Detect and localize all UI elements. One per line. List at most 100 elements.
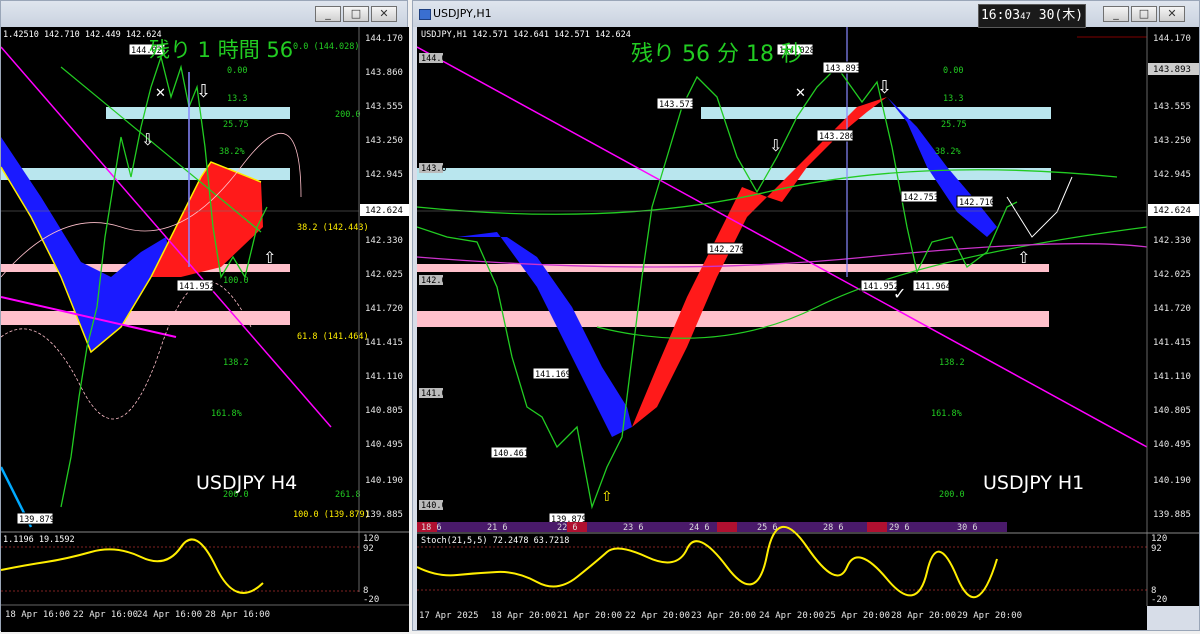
h4-current-price: 142.624 bbox=[365, 206, 403, 216]
svg-text:143.893: 143.893 bbox=[825, 64, 861, 74]
svg-text:30 6: 30 6 bbox=[957, 523, 977, 533]
svg-text:140.461: 140.461 bbox=[493, 449, 529, 459]
h4-fib-2618: 261.8 bbox=[335, 490, 361, 500]
svg-text:23 6: 23 6 bbox=[623, 523, 643, 533]
svg-text:22 6: 22 6 bbox=[557, 523, 577, 533]
h1-plot-area[interactable]: ⇩ ⇩ ⇧ ⇧ ✕ ✓ 0.00 13.3 25.75 38.2% 138.2 … bbox=[417, 27, 1199, 606]
svg-text:28 Apr 20:00: 28 Apr 20:00 bbox=[891, 611, 956, 621]
svg-text:143.250: 143.250 bbox=[365, 136, 403, 146]
svg-text:21 6: 21 6 bbox=[487, 523, 507, 533]
h1-chart-svg[interactable]: ⇩ ⇩ ⇧ ⇧ ✕ ✓ 0.00 13.3 25.75 38.2% 138.2 … bbox=[417, 27, 1199, 606]
svg-text:⇧: ⇧ bbox=[601, 489, 613, 505]
svg-text:140.0: 140.0 bbox=[421, 501, 447, 511]
h1-current-price: 142.624 bbox=[1153, 206, 1191, 216]
svg-text:⇩: ⇩ bbox=[769, 136, 782, 155]
svg-text:✕: ✕ bbox=[795, 86, 806, 101]
h4-stoch-m20: -20 bbox=[363, 595, 379, 605]
svg-text:143.286: 143.286 bbox=[819, 132, 855, 142]
svg-text:18 Apr 20:00: 18 Apr 20:00 bbox=[491, 611, 556, 621]
svg-text:21 Apr 20:00: 21 Apr 20:00 bbox=[557, 611, 622, 621]
h4-close-button[interactable]: ✕ bbox=[371, 6, 397, 22]
svg-text:140.190: 140.190 bbox=[365, 476, 403, 486]
svg-text:141.964: 141.964 bbox=[915, 282, 951, 292]
svg-text:25 Apr 20:00: 25 Apr 20:00 bbox=[825, 611, 890, 621]
h4-date-axis: 18 Apr 16:00 22 Apr 16:00 24 Apr 16:00 2… bbox=[5, 610, 270, 620]
h4-watermark: USDJPY H4 bbox=[196, 472, 297, 494]
h1-restore-button[interactable]: □ bbox=[1131, 6, 1157, 22]
svg-text:141.169: 141.169 bbox=[535, 370, 571, 380]
h4-restore-button[interactable]: □ bbox=[343, 6, 369, 22]
h1-fib-200: 200.0 bbox=[939, 490, 965, 500]
h1-top-price: 143.893 bbox=[1153, 65, 1191, 75]
h4-tag-low: 141.952 bbox=[179, 282, 215, 292]
h1-zone-pink2 bbox=[417, 311, 1049, 327]
svg-text:143.250: 143.250 bbox=[1153, 136, 1191, 146]
h1-zone-upper bbox=[701, 107, 1051, 119]
chart-window-icon bbox=[419, 9, 431, 20]
svg-text:✕: ✕ bbox=[155, 86, 166, 101]
svg-text:142.025: 142.025 bbox=[365, 270, 403, 280]
h4-fib-000: 0.00 bbox=[227, 66, 247, 76]
svg-text:24 Apr 20:00: 24 Apr 20:00 bbox=[759, 611, 824, 621]
h1-fib-1382: 138.2 bbox=[939, 358, 965, 368]
svg-text:141.720: 141.720 bbox=[1153, 304, 1191, 314]
clock-display: 16:0347 30(木) bbox=[978, 4, 1086, 28]
svg-text:143.573: 143.573 bbox=[659, 100, 695, 110]
svg-text:⇩: ⇩ bbox=[141, 130, 154, 149]
svg-text:143.555: 143.555 bbox=[1153, 102, 1191, 112]
svg-text:⇩: ⇩ bbox=[877, 77, 892, 98]
svg-text:22 Apr 20:00: 22 Apr 20:00 bbox=[625, 611, 690, 621]
h1-minimize-button[interactable]: _ bbox=[1103, 6, 1129, 22]
svg-text:142.945: 142.945 bbox=[1153, 170, 1191, 180]
h4-minimize-button[interactable]: _ bbox=[315, 6, 341, 22]
svg-text:141.415: 141.415 bbox=[365, 338, 403, 348]
svg-text:141.720: 141.720 bbox=[365, 304, 403, 314]
h4-countdown: 残り 1 時間 56 bbox=[149, 38, 293, 62]
clock-seconds: 47 bbox=[1020, 12, 1031, 22]
svg-text:24 Apr 16:00: 24 Apr 16:00 bbox=[137, 610, 202, 620]
clock-time: 16:03 bbox=[980, 8, 1021, 23]
svg-text:139.885: 139.885 bbox=[365, 510, 403, 520]
h4-chart-svg[interactable]: ⇩ ⇩ ⇧ ✕ 0.0 (144.028) 0.00 13.3 25.75 38… bbox=[1, 27, 409, 632]
svg-text:18 Apr 16:00: 18 Apr 16:00 bbox=[5, 610, 70, 620]
h4-ohlc-header: 1.42510 142.710 142.449 142.624 bbox=[3, 30, 162, 40]
svg-text:29 Apr 20:00: 29 Apr 20:00 bbox=[957, 611, 1022, 621]
svg-text:⇩: ⇩ bbox=[196, 81, 211, 102]
h1-stoch-120: 120 bbox=[1151, 534, 1167, 544]
svg-text:28 Apr 16:00: 28 Apr 16:00 bbox=[205, 610, 270, 620]
h1-fib-382: 38.2% bbox=[935, 147, 961, 157]
h1-fib-1618: 161.8% bbox=[931, 409, 962, 419]
h4-plot-area[interactable]: ⇩ ⇩ ⇧ ✕ 0.0 (144.028) 0.00 13.3 25.75 38… bbox=[1, 27, 409, 632]
svg-text:142.710: 142.710 bbox=[959, 198, 995, 208]
clock-date: 30(木) bbox=[1038, 8, 1084, 23]
svg-text:140.495: 140.495 bbox=[365, 440, 403, 450]
h1-close-button[interactable]: ✕ bbox=[1159, 6, 1185, 22]
h4-fib-382: 38.2% bbox=[219, 147, 245, 157]
h1-ohlc-header: USDJPY,H1 142.571 142.641 142.571 142.62… bbox=[421, 30, 631, 40]
h1-watermark: USDJPY H1 bbox=[983, 472, 1084, 494]
svg-text:18 6: 18 6 bbox=[421, 523, 441, 533]
svg-text:140.805: 140.805 bbox=[1153, 406, 1191, 416]
svg-text:28 6: 28 6 bbox=[823, 523, 843, 533]
h4-fib-1382: 138.2 bbox=[223, 358, 249, 368]
svg-text:142.330: 142.330 bbox=[1153, 236, 1191, 246]
h4-tag-bottom: 139.879 bbox=[19, 515, 55, 525]
h1-stoch-m20: -20 bbox=[1151, 595, 1167, 605]
h1-window-title: USDJPY,H1 bbox=[433, 7, 492, 20]
svg-text:143.860: 143.860 bbox=[365, 68, 403, 78]
svg-text:141.415: 141.415 bbox=[1153, 338, 1191, 348]
h1-chart-window: USDJPY,H1 _ □ ✕ ⇩ ⇩ ⇧ ⇧ ✕ ✓ 0.00 13.3 25… bbox=[412, 0, 1200, 631]
svg-text:142.330: 142.330 bbox=[365, 236, 403, 246]
svg-text:141.952: 141.952 bbox=[863, 282, 899, 292]
h4-titlebar: _ □ ✕ bbox=[1, 1, 407, 27]
h1-stoch-92: 92 bbox=[1151, 544, 1162, 554]
h4-fib-2575: 25.75 bbox=[223, 120, 249, 130]
h4-fib-133: 13.3 bbox=[227, 94, 247, 104]
svg-text:142.025: 142.025 bbox=[1153, 270, 1191, 280]
h4-fib-0: 0.0 (144.028) bbox=[293, 42, 360, 52]
h4-price-axis: 144.170 143.860 143.555 143.250 142.945 … bbox=[365, 34, 403, 520]
svg-text:140.495: 140.495 bbox=[1153, 440, 1191, 450]
svg-text:⇧: ⇧ bbox=[1017, 248, 1030, 267]
svg-text:144.170: 144.170 bbox=[1153, 34, 1191, 44]
h4-stoch-120: 120 bbox=[363, 534, 379, 544]
